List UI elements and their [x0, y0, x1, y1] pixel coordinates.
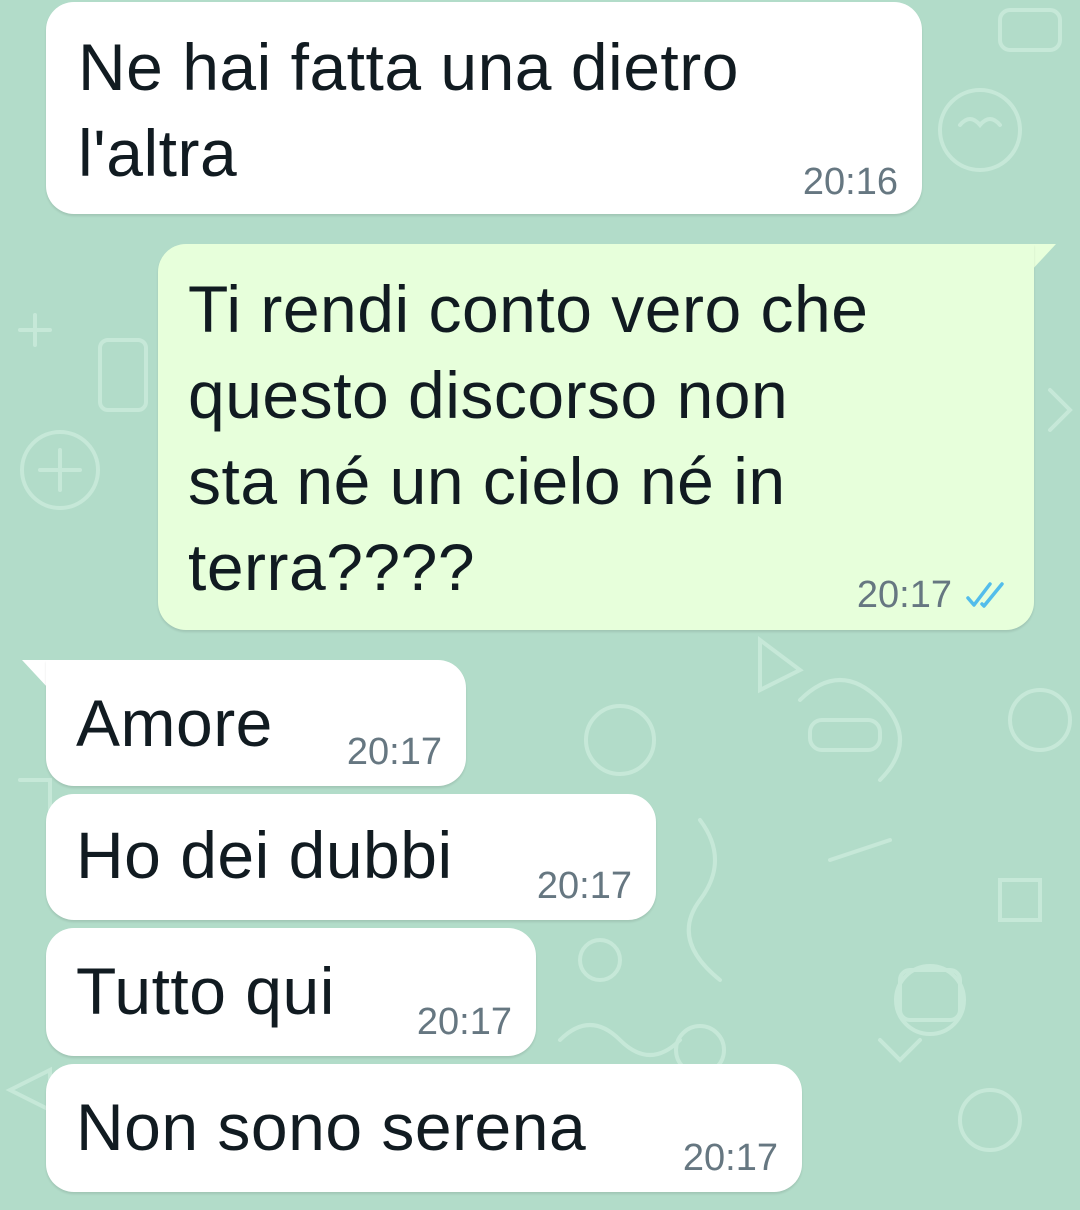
message-bubble-outgoing[interactable]: Ti rendi conto vero che questo discorso … — [158, 244, 1034, 630]
message-bubble-incoming[interactable]: Ne hai fatta una dietro l'altra 20:16 — [46, 2, 922, 214]
message-bubble-incoming[interactable]: Tutto qui 20:17 — [46, 928, 536, 1056]
message-text: Tutto qui — [76, 954, 335, 1028]
message-timestamp: 20:17 — [856, 574, 952, 616]
message-timestamp: 20:16 — [802, 161, 898, 203]
message-timestamp: 20:17 — [682, 1137, 778, 1179]
message-bubble-incoming[interactable]: Amore 20:17 — [46, 660, 466, 786]
message-text: Non sono serena — [76, 1090, 587, 1164]
message-text: Ne hai fatta una dietro l'altra — [78, 30, 739, 190]
double-check-read-icon — [966, 582, 1004, 608]
message-bubble-incoming[interactable]: Ho dei dubbi 20:17 — [46, 794, 656, 920]
message-text: Ti rendi conto vero che questo discorso … — [188, 272, 869, 604]
message-text: Amore — [76, 686, 273, 760]
message-timestamp: 20:17 — [346, 731, 442, 773]
message-text: Ho dei dubbi — [76, 818, 453, 892]
message-timestamp: 20:17 — [416, 1001, 512, 1043]
message-timestamp: 20:17 — [536, 865, 632, 907]
message-bubble-incoming[interactable]: Non sono serena 20:17 — [46, 1064, 802, 1192]
